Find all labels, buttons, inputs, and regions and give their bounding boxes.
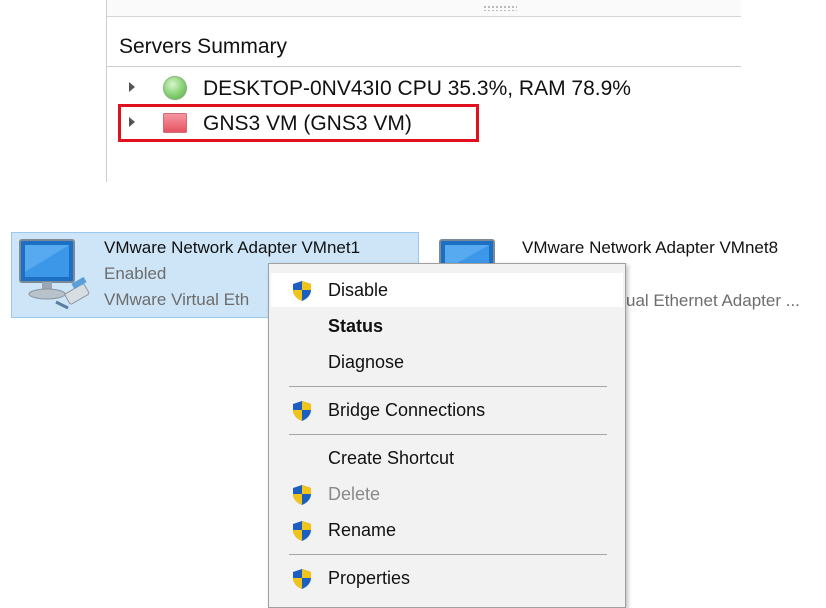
menu-label: Bridge Connections (328, 400, 486, 420)
servers-summary-panel: Servers Summary DESKTOP-0NV43I0 CPU 35.3… (106, 0, 741, 182)
menu-item-status[interactable]: Status (271, 309, 623, 343)
menu-label: Diagnose (328, 352, 405, 372)
server-running-icon (163, 76, 187, 100)
adapter-description: VMware Virtual Eth (104, 290, 250, 309)
menu-separator (289, 434, 607, 435)
server-row-desktop[interactable]: DESKTOP-0NV43I0 CPU 35.3%, RAM 78.9% (107, 72, 741, 104)
menu-separator (289, 386, 607, 387)
menu-item-rename[interactable]: Rename (271, 513, 623, 547)
menu-label: Status (328, 316, 384, 336)
menu-label: Create Shortcut (328, 448, 455, 468)
menu-item-bridge-connections[interactable]: Bridge Connections (271, 393, 623, 427)
uac-shield-icon (293, 485, 311, 505)
servers-summary-title: Servers Summary (119, 35, 288, 58)
context-menu: Disable Status Diagnose Bridge Connectio… (268, 263, 626, 608)
adapter-description: ual Ethernet Adapter ... (626, 291, 800, 310)
uac-shield-icon (293, 521, 311, 541)
menu-label: Disable (328, 280, 389, 300)
uac-shield-icon (293, 281, 311, 301)
menu-separator (289, 554, 607, 555)
uac-shield-icon (293, 569, 311, 589)
menu-item-delete: Delete (271, 477, 623, 511)
menu-item-create-shortcut[interactable]: Create Shortcut (271, 441, 623, 475)
menu-item-disable[interactable]: Disable (271, 273, 623, 307)
resize-grip-icon[interactable] (483, 5, 517, 11)
menu-item-properties[interactable]: Properties (271, 561, 623, 595)
server-label: DESKTOP-0NV43I0 CPU 35.3%, RAM 78.9% (203, 77, 631, 100)
adapter-name[interactable]: VMware Network Adapter VMnet8 (522, 238, 778, 258)
expand-arrow-icon[interactable] (129, 82, 135, 92)
menu-label: Rename (328, 520, 397, 540)
network-adapter-icon (19, 239, 90, 310)
highlight-annotation-box (118, 104, 479, 142)
divider (107, 66, 741, 67)
menu-label: Properties (328, 568, 411, 588)
panel-resize-bar[interactable] (107, 0, 741, 17)
menu-label: Delete (328, 484, 381, 504)
adapter-name: VMware Network Adapter VMnet1 (104, 238, 361, 257)
menu-item-diagnose[interactable]: Diagnose (271, 345, 623, 379)
uac-shield-icon (293, 401, 311, 421)
adapter-status: Enabled (104, 264, 167, 283)
